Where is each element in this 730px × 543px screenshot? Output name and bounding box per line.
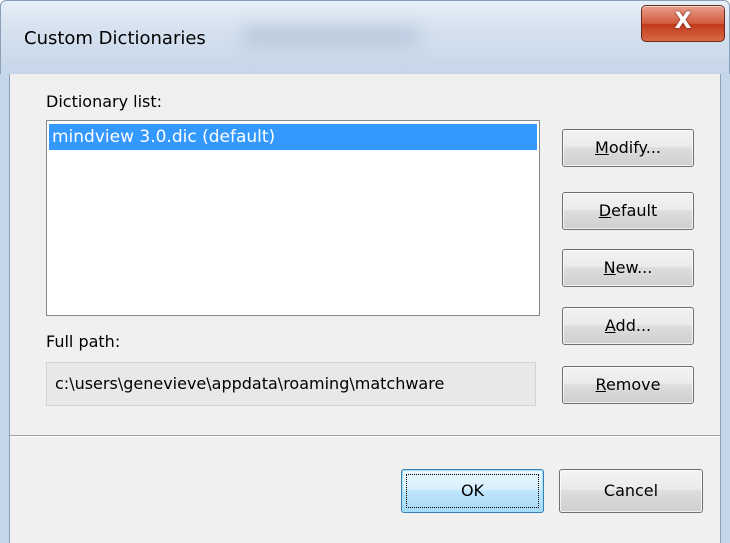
left-frame (0, 74, 9, 543)
new-button[interactable]: New... (562, 249, 694, 287)
remove-accel: R (595, 375, 606, 394)
add-accel: A (604, 316, 616, 335)
right-frame (721, 74, 730, 543)
remove-label: emove (605, 375, 661, 394)
dialog-title: Custom Dictionaries (24, 28, 206, 49)
modify-accel: M (595, 138, 609, 157)
add-label: dd... (615, 316, 652, 335)
dictionary-list-label: Dictionary list: (46, 92, 163, 111)
default-label: efault (611, 201, 658, 220)
full-path-field: c:\users\genevieve\appdata\roaming\match… (46, 362, 536, 406)
list-item[interactable]: mindview 3.0.dic (default) (49, 124, 537, 150)
separator (10, 435, 720, 437)
ok-button[interactable]: OK (401, 469, 544, 513)
default-button[interactable]: Default (562, 192, 694, 230)
close-icon: X (674, 9, 692, 34)
cancel-button[interactable]: Cancel (559, 469, 703, 513)
dictionary-listbox[interactable]: mindview 3.0.dic (default) (46, 120, 540, 316)
close-button[interactable]: X (641, 5, 725, 42)
remove-button[interactable]: Remove (562, 366, 694, 404)
custom-dictionaries-dialog: Custom Dictionaries X Dictionary list: m… (0, 0, 730, 543)
default-accel: D (598, 201, 612, 220)
modify-label: odify... (608, 138, 661, 157)
title-bar[interactable]: Custom Dictionaries X (0, 0, 730, 74)
new-accel: N (603, 258, 616, 277)
cancel-label: Cancel (603, 481, 659, 500)
modify-button[interactable]: Modify... (562, 129, 694, 167)
full-path-label: Full path: (46, 332, 121, 351)
new-label: ew... (615, 258, 653, 277)
add-button[interactable]: Add... (562, 307, 694, 345)
ok-label: OK (460, 481, 485, 500)
